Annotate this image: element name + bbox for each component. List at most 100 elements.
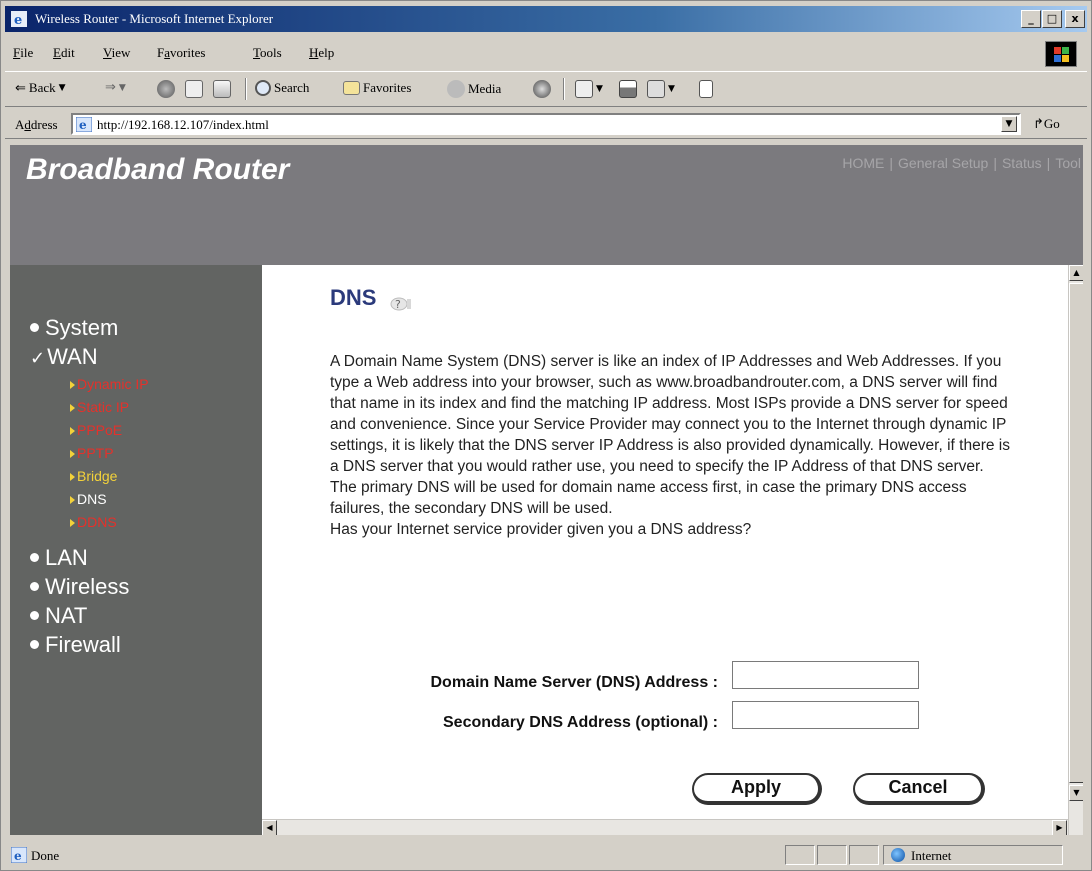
cancel-button[interactable]: Cancel [853, 773, 985, 805]
nav-home[interactable]: HOME [842, 155, 884, 171]
sidebar-item-firewall[interactable]: Firewall [30, 632, 121, 658]
search-button[interactable]: Search [255, 80, 309, 96]
checkmark-icon: ✓ [30, 348, 46, 369]
help-icon[interactable]: ? [390, 295, 414, 311]
arrow-icon [70, 496, 75, 504]
mail-icon [575, 80, 593, 98]
go-arrow-icon: ↱ [1033, 117, 1044, 132]
nav-tool[interactable]: Tool [1055, 155, 1081, 171]
bullet-icon [30, 322, 39, 332]
arrow-icon [70, 427, 75, 435]
page-viewport: Broadband Router HOME | General Setup | Stat… [10, 145, 1083, 835]
sidebar-item-system[interactable]: System [30, 315, 118, 341]
toolbar-divider [563, 78, 565, 100]
menu-edit[interactable]: Edit [53, 45, 75, 61]
ie-icon: e [11, 11, 27, 27]
status-bar: e Done Internet [5, 843, 1087, 867]
sidebar: System ✓WAN Dynamic IP Static IP PPPoE P… [10, 265, 262, 835]
print-button[interactable] [619, 80, 637, 98]
menu-view[interactable]: View [103, 45, 130, 61]
discuss-icon [699, 80, 713, 98]
sidebar-subitem-pppoe[interactable]: PPPoE [70, 422, 122, 438]
description-text: A Domain Name System (DNS) server is lik… [330, 353, 1010, 517]
scroll-left-icon[interactable]: ◀ [262, 820, 277, 835]
status-panel [849, 845, 879, 865]
refresh-icon [185, 80, 203, 98]
menu-bar: File Edit View Favorites Tools Help [5, 39, 1087, 67]
history-button[interactable] [533, 80, 551, 98]
bullet-icon [30, 581, 39, 591]
sidebar-subitem-dynamic-ip[interactable]: Dynamic IP [70, 376, 149, 392]
forward-button[interactable]: ⇒ ▼ [105, 80, 126, 95]
ie-page-icon: e [76, 117, 92, 132]
sidebar-item-lan[interactable]: LAN [30, 545, 88, 571]
scroll-up-icon[interactable]: ▲ [1069, 265, 1083, 281]
sidebar-subitem-dns[interactable]: DNS [70, 491, 107, 507]
discuss-button[interactable] [699, 80, 713, 98]
svg-text:e: e [79, 118, 87, 132]
menu-help[interactable]: Help [309, 45, 334, 61]
menu-favorites[interactable]: Favorites [157, 45, 205, 61]
chevron-down-icon: ▼ [58, 83, 66, 93]
favorites-icon [343, 81, 360, 95]
scroll-right-icon[interactable]: ▶ [1052, 820, 1067, 835]
forward-arrow-icon: ⇒ [105, 80, 116, 95]
stop-icon [157, 80, 175, 98]
apply-button[interactable]: Apply [692, 773, 822, 805]
close-button[interactable]: x [1065, 10, 1085, 28]
media-button[interactable]: Media [447, 80, 501, 98]
status-text: Done [31, 848, 60, 863]
nav-divider: | [993, 155, 997, 171]
sidebar-item-nat[interactable]: NAT [30, 603, 87, 629]
address-input[interactable]: e http://192.168.12.107/index.html ▼ [71, 113, 1021, 135]
toolbar-divider [245, 78, 247, 100]
nav-status[interactable]: Status [1002, 155, 1042, 171]
chevron-down-icon: ▼ [668, 84, 675, 94]
sidebar-subitem-static-ip[interactable]: Static IP [70, 399, 129, 415]
svg-text:e: e [14, 849, 22, 863]
address-bar: Address e http://192.168.12.107/index.ht… [5, 109, 1087, 139]
scroll-thumb[interactable] [1069, 283, 1083, 783]
horizontal-scrollbar[interactable]: ◀ ▶ [262, 819, 1068, 835]
history-icon [533, 80, 551, 98]
window-title: Wireless Router - Microsoft Internet Exp… [35, 11, 274, 26]
maximize-button[interactable]: □ [1042, 10, 1062, 28]
zone-panel [883, 845, 1063, 865]
arrow-icon [70, 450, 75, 458]
scroll-down-icon[interactable]: ▼ [1069, 785, 1083, 801]
sidebar-subitem-bridge[interactable]: Bridge [70, 468, 117, 484]
brand-title: Broadband Router [26, 153, 290, 186]
arrow-icon [70, 519, 75, 527]
secondary-dns-input[interactable] [732, 701, 919, 729]
back-button[interactable]: ⇐ Back ▼ [15, 80, 66, 96]
edit-button[interactable]: ▼ [647, 80, 675, 98]
refresh-button[interactable] [185, 80, 203, 98]
back-arrow-icon: ⇐ [15, 80, 26, 96]
vertical-scrollbar[interactable]: ▲ ▼ [1068, 265, 1083, 835]
status-panel [817, 845, 847, 865]
address-dropdown-icon[interactable]: ▼ [1001, 116, 1017, 132]
router-banner: Broadband Router HOME | General Setup | Stat… [10, 145, 1083, 265]
mail-button[interactable]: ▼ [575, 80, 603, 98]
go-button[interactable]: ↱Go [1033, 116, 1060, 132]
favorites-button[interactable]: Favorites [343, 80, 411, 96]
nav-divider: | [1046, 155, 1051, 171]
sidebar-subitem-ddns[interactable]: DDNS [70, 514, 117, 530]
windows-logo-icon [1045, 41, 1077, 67]
sidebar-item-wireless[interactable]: Wireless [30, 574, 129, 600]
home-icon [213, 80, 231, 98]
primary-dns-input[interactable] [732, 661, 919, 689]
sidebar-item-wan[interactable]: ✓WAN [30, 344, 98, 370]
minimize-button[interactable]: _ [1021, 10, 1041, 28]
sidebar-subitem-pptp[interactable]: PPTP [70, 445, 114, 461]
page-title: DNS [330, 285, 377, 310]
nav-general-setup[interactable]: General Setup [898, 155, 988, 171]
home-button[interactable] [213, 80, 231, 98]
toolbar: ⇐ Back ▼ ⇒ ▼ Search Favorites Media ▼ ▼ [5, 71, 1087, 107]
status-panel [785, 845, 815, 865]
menu-tools[interactable]: Tools [253, 45, 282, 61]
menu-file[interactable]: File [13, 45, 33, 61]
address-url: http://192.168.12.107/index.html [97, 117, 269, 132]
stop-button[interactable] [157, 80, 175, 98]
chevron-down-icon: ▼ [596, 84, 603, 94]
